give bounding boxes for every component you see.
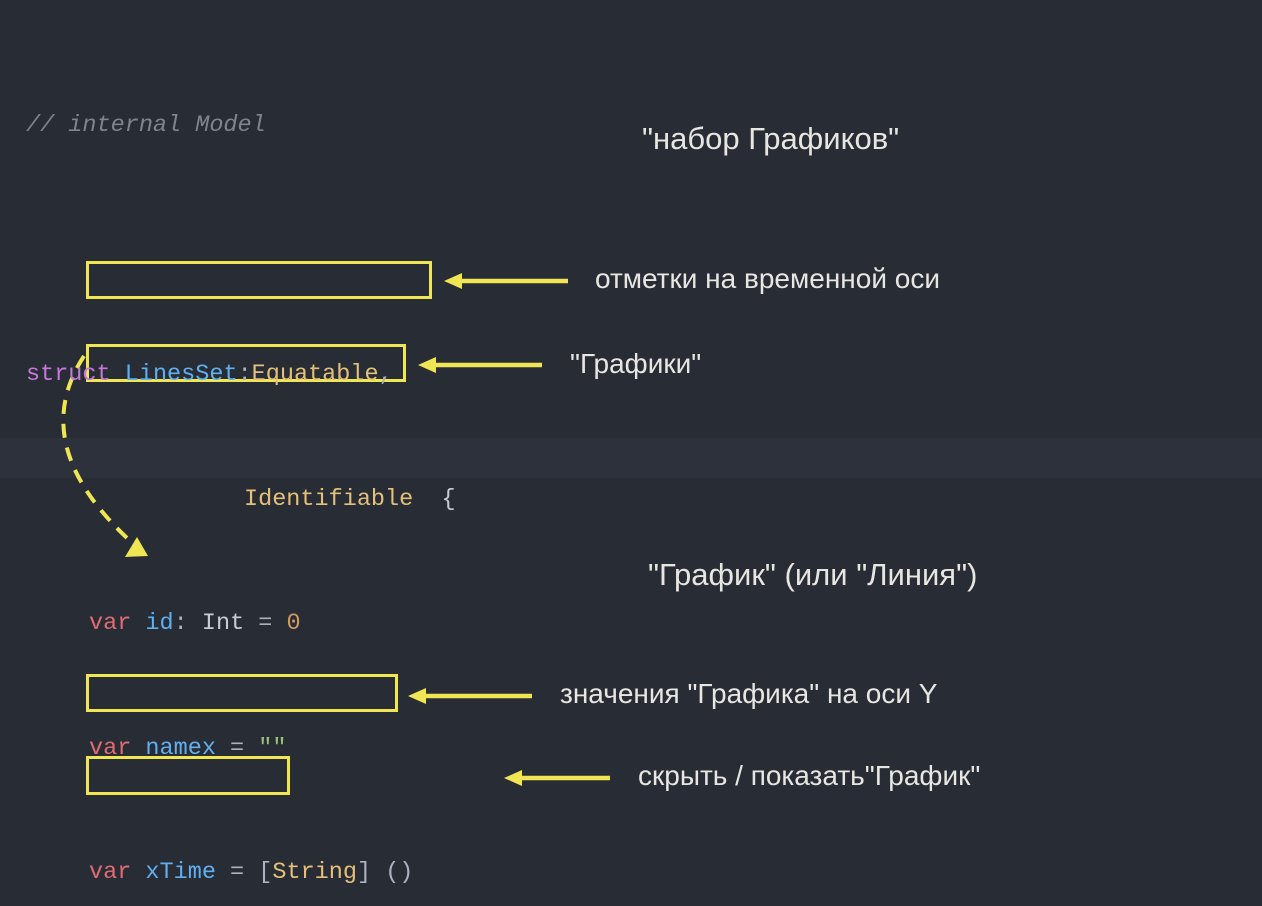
annotation-set-title: "набор Графиков" [642,121,899,157]
annotation-ishidden: скрыть / показать"График" [638,760,980,792]
annotation-xtime: отметки на временной оси [595,263,940,295]
code-comment: // internal Model [26,112,266,139]
annotation-lines: "Графики" [570,348,701,380]
annotation-line-title: "График" (или "Линия") [648,557,977,593]
source-code[interactable]: // internal Model struct LinesSet:Equata… [0,0,576,906]
code-editor: "набор Графиков" отметки на временной ос… [0,0,1262,906]
annotation-points: значения "Графика" на оси Y [560,678,937,710]
